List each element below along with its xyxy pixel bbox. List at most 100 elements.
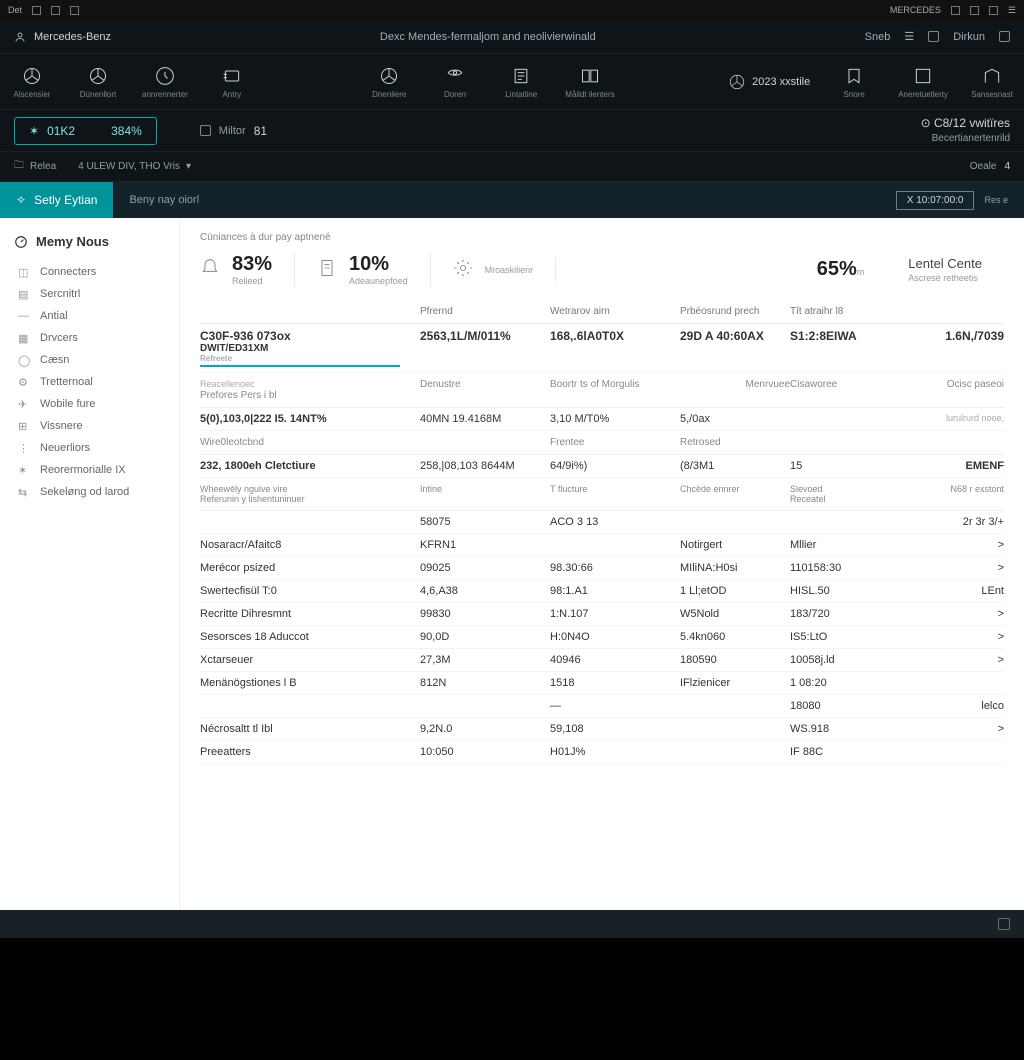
- kpi-card: 65%m: [795, 258, 887, 281]
- sidebar-item[interactable]: ✈Wobile fure: [0, 393, 179, 415]
- cell: H01J%: [550, 746, 680, 758]
- sidebar-item[interactable]: —Antial: [0, 305, 179, 327]
- user-label: Dirkun: [953, 31, 985, 43]
- menu-icon[interactable]: ☰: [1008, 5, 1016, 16]
- section-tab-active[interactable]: ✧ Setly Eytian: [0, 182, 113, 218]
- col-header: Pfrernd: [420, 306, 550, 317]
- document-icon: [317, 258, 337, 281]
- col-header: Menrvuee: [680, 379, 790, 401]
- expand-icon[interactable]: [998, 918, 1010, 930]
- sidebar-item-icon: —: [18, 310, 30, 322]
- app-tile[interactable]: Snore: [832, 65, 876, 99]
- cell: 232, 1800eh Cletctiure: [200, 460, 420, 472]
- search-label[interactable]: Sneb: [865, 31, 891, 43]
- timestamp-button[interactable]: X 10:07:00:0: [896, 191, 975, 210]
- table-row[interactable]: 232, 1800eh Cletctiure 258,|08,103 8644M…: [200, 455, 1004, 478]
- table-row[interactable]: —18080lelco: [200, 695, 1004, 718]
- sidebar-item[interactable]: ◫Connecters: [0, 261, 179, 283]
- cell: >: [880, 539, 1004, 551]
- sidebar-item-icon: ⇆: [18, 486, 30, 498]
- cell: 4,6,A38: [420, 585, 550, 597]
- info-code: C8/12 vwitïres: [934, 116, 1010, 130]
- sidebar-item-label: Drvcers: [40, 332, 78, 344]
- table-row[interactable]: Preeatters10:050H01J%IF 88C: [200, 741, 1004, 764]
- app-tile[interactable]: Måildt ilenters: [565, 65, 614, 99]
- table-row[interactable]: 5(0),103,0|222 I5. 14NT% 40MN 19.4168M 3…: [200, 408, 1004, 431]
- cell: S1:2:8EIWA: [790, 329, 880, 367]
- sidebar-item[interactable]: ▤Sercnitrl: [0, 283, 179, 305]
- hamburger-icon[interactable]: ☰: [904, 30, 914, 43]
- os-icon: [70, 6, 79, 15]
- cell: Swertecfisül T:0: [200, 585, 420, 597]
- col-header: Retrosed: [680, 437, 790, 448]
- info-sub: Becertianertenrild: [921, 132, 1010, 145]
- app-tile[interactable]: Alscensier: [10, 65, 54, 99]
- window-control-icon[interactable]: [928, 31, 939, 42]
- sidebar-item[interactable]: ⋮ Neuerliors: [0, 437, 179, 459]
- cell: 1 Ll;etOD: [680, 585, 790, 597]
- table-row[interactable]: Nécrosaltt tl Ibl9,2N.059,108WS.918>: [200, 718, 1004, 741]
- tray-icon[interactable]: [989, 6, 998, 15]
- app-tile[interactable]: Lintatline: [499, 65, 543, 99]
- table-row[interactable]: Swertecfisül T:04,6,A3898:1.A11 Ll;etODH…: [200, 580, 1004, 603]
- cell: [200, 700, 420, 712]
- sidebar-item[interactable]: ⚙Tretternoal: [0, 371, 179, 393]
- bell-icon: ✧: [16, 193, 26, 207]
- kpi-label: Relieed: [232, 276, 272, 286]
- app-tile[interactable]: Dünenllort: [76, 65, 120, 99]
- cell: [680, 700, 790, 712]
- tab-release[interactable]: 🗀Relea: [14, 158, 56, 175]
- cell: [680, 723, 790, 735]
- sidebar-item[interactable]: ✶Reorermorialle IX: [0, 459, 179, 481]
- sidebar-item-label: Neuerliors: [40, 442, 90, 454]
- table-row[interactable]: Menänögstiones l B812N1518IFlzienicer1 0…: [200, 672, 1004, 695]
- cell: 64/9i%): [550, 460, 680, 472]
- metric-chip[interactable]: Miltor 81: [185, 117, 282, 145]
- app-launcher: Alscensier Dünenllort annrennerter Antry…: [0, 54, 1024, 110]
- app-tile[interactable]: Sansesnast: [970, 65, 1014, 99]
- table-row[interactable]: Sesorsces 18 Aduccot90,0DH:0N4O5.4kn060I…: [200, 626, 1004, 649]
- sidebar-item-icon: ⋮: [18, 442, 30, 454]
- sidebar-item[interactable]: ▦Drvcers: [0, 327, 179, 349]
- table-row[interactable]: Recritte Dihresmnt998301:N.107W5Nold183/…: [200, 603, 1004, 626]
- cell: ACO 3 13: [550, 516, 680, 528]
- sidebar-item[interactable]: ◯Cæsn: [0, 349, 179, 371]
- cell: 2r 3r 3/+: [880, 516, 1004, 528]
- app-tile[interactable]: Dorerr: [433, 65, 477, 99]
- col-header: N68 r exstont: [880, 484, 1004, 504]
- metric-chip-active[interactable]: ✶ 01K2 384%: [14, 117, 157, 145]
- metric-bar: ✶ 01K2 384% Miltor 81 ⊙ C8/12 vwitïres B…: [0, 110, 1024, 152]
- cell: KFRN1: [420, 539, 550, 551]
- cell: 90,0D: [420, 631, 550, 643]
- summary-row[interactable]: C30F-936 073ox DWIT/ED31XM Refreete 2563…: [200, 324, 1004, 373]
- col-header: Receatel: [790, 494, 826, 504]
- black-gap: [0, 938, 1024, 1060]
- sidebar-item[interactable]: ⇆Sekeløng od larod: [0, 481, 179, 503]
- kpi-row: 83%Relieed 10%Adeaunepfoed Mroaskilienr …: [200, 253, 1004, 286]
- table-row[interactable]: Nosaracr/Afaitc8KFRN1NotirgertMllier>: [200, 534, 1004, 557]
- app-label: Dorerr: [444, 90, 467, 99]
- tab-view[interactable]: 4 ULEW DIV, THO Vris ▾: [78, 161, 191, 172]
- app-tile[interactable]: annrennerter: [142, 65, 188, 99]
- app-name: Mercedes-Benz: [34, 31, 111, 43]
- cell: 09025: [420, 562, 550, 574]
- sidebar-item-icon: ✶: [18, 464, 30, 476]
- app-tile[interactable]: Antry: [210, 65, 254, 99]
- row-subtitle: DWIT/ED31XM: [200, 343, 420, 354]
- tab-label: 4 ULEW DIV, THO Vris: [78, 161, 180, 172]
- sidebar-item[interactable]: ⊞Vissnere: [0, 415, 179, 437]
- counter-value: 4: [1004, 161, 1010, 172]
- table-row[interactable]: 58075ACO 3 132r 3r 3/+: [200, 511, 1004, 534]
- cell: [880, 746, 1004, 758]
- app-tile[interactable]: Aneretuetlerty: [898, 65, 948, 99]
- tray-icon[interactable]: [951, 6, 960, 15]
- col-header: Prbéosrund prech: [680, 306, 790, 317]
- cell: 18080: [790, 700, 880, 712]
- col-header: Denustre: [420, 379, 550, 401]
- app-tile[interactable]: Dnenilere: [367, 65, 411, 99]
- tray-icon[interactable]: [970, 6, 979, 15]
- table-row[interactable]: Merécor psized0902598.30:66MIliNA:H0si11…: [200, 557, 1004, 580]
- cell: 1:N.107: [550, 608, 680, 620]
- window-control-icon[interactable]: [999, 31, 1010, 42]
- table-row[interactable]: Xctarseuer27,3M4094618059010058j.ld>: [200, 649, 1004, 672]
